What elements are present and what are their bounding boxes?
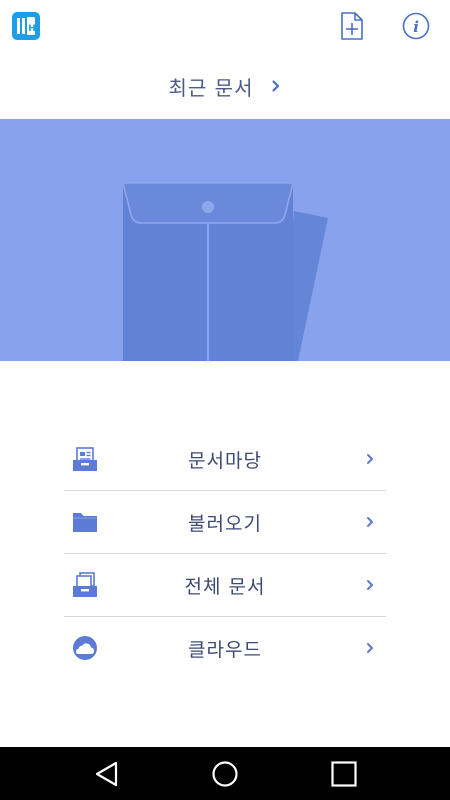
recent-documents-label: 최근 문서 — [168, 75, 254, 100]
home-button[interactable] — [210, 760, 240, 788]
menu-item-label: 문서마당 — [188, 449, 262, 472]
menu-item-open[interactable]: 불러오기 — [64, 491, 386, 554]
chevron-right-icon — [272, 80, 280, 92]
chevron-right-icon — [367, 643, 373, 653]
hero-banner — [0, 119, 450, 361]
chevron-right-icon — [367, 517, 373, 527]
template-tray-icon — [73, 447, 97, 471]
menu-item-cloud[interactable]: 클라우드 — [64, 617, 386, 680]
document-envelope-illustration — [121, 182, 328, 361]
folder-icon — [73, 513, 97, 532]
svg-text:i: i — [413, 18, 419, 36]
back-triangle-icon — [95, 761, 118, 787]
menu-item-label: 클라우드 — [188, 639, 262, 661]
menu-item-label: 불러오기 — [188, 512, 262, 535]
back-button[interactable] — [92, 760, 122, 788]
home-screen: H i 최근 문서 문서마당 불러오기 전체 문서 클라우드 — [0, 0, 450, 800]
new-document-icon — [341, 12, 363, 40]
chevron-right-icon — [367, 454, 373, 464]
recents-square-icon — [331, 761, 357, 787]
info-icon: i — [402, 12, 430, 40]
recent-documents-link[interactable]: 최근 문서 — [0, 66, 450, 106]
system-navigation-bar — [0, 747, 450, 800]
recents-button[interactable] — [329, 760, 359, 788]
new-document-button[interactable] — [339, 11, 365, 41]
app-logo-icon: H — [12, 12, 40, 40]
info-button[interactable]: i — [402, 12, 430, 40]
menu-item-templates[interactable]: 문서마당 — [64, 428, 386, 491]
cloud-icon — [73, 636, 97, 660]
main-menu: 문서마당 불러오기 전체 문서 클라우드 — [64, 428, 386, 680]
chevron-right-icon — [367, 580, 373, 590]
menu-item-all-documents[interactable]: 전체 문서 — [64, 554, 386, 617]
menu-item-label: 전체 문서 — [184, 575, 266, 598]
home-circle-icon — [212, 761, 238, 787]
top-bar: H i — [0, 0, 450, 56]
svg-text:H: H — [28, 24, 36, 34]
documents-tray-icon — [73, 572, 97, 597]
